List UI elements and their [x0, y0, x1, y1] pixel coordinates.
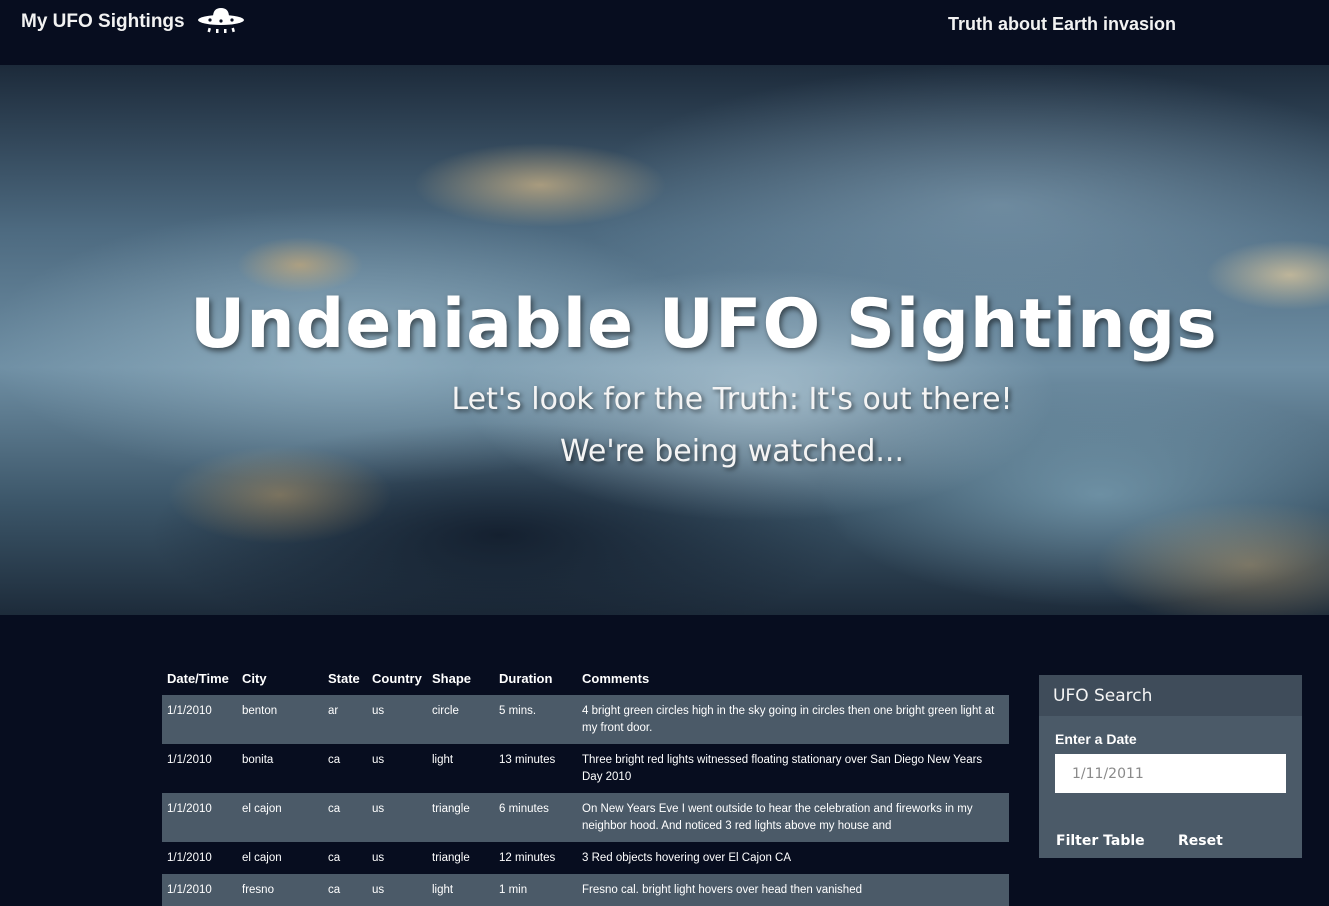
hero-subtitle: Let's look for the Truth: It's out there… — [451, 382, 1013, 417]
cell-datetime: 1/1/2010 — [162, 695, 237, 744]
date-input[interactable] — [1055, 754, 1286, 793]
cell-shape: light — [427, 744, 494, 793]
hero-tagline: We're being watched... — [559, 434, 904, 469]
header-duration: Duration — [499, 671, 553, 686]
cell-state: ca — [323, 874, 367, 906]
table-row: 1/1/2010 bonita ca us light 13 minutes T… — [162, 744, 1009, 793]
cell-country: us — [367, 695, 427, 744]
cell-state: ar — [323, 695, 367, 744]
navbar: My UFO Sightings Truth about Earth invas… — [0, 0, 1329, 65]
cell-shape: light — [427, 874, 494, 906]
cell-comments: 4 bright green circles high in the sky g… — [577, 695, 1009, 744]
sightings-table: Date/Time City State Country Shape Durat… — [162, 665, 1009, 906]
cell-duration: 13 minutes — [494, 744, 577, 793]
filter-table-button[interactable]: Filter Table — [1056, 833, 1145, 849]
table-header-row: Date/Time City State Country Shape Durat… — [162, 665, 1009, 695]
cell-duration: 1 min — [494, 874, 577, 906]
header-city: City — [242, 671, 267, 686]
hero-title: Undeniable UFO Sightings — [190, 285, 1218, 364]
header-state: State — [328, 671, 360, 686]
cell-comments: Fresno cal. bright light hovers over hea… — [577, 874, 1009, 906]
cell-datetime: 1/1/2010 — [162, 793, 237, 842]
cell-shape: triangle — [427, 793, 494, 842]
hero-banner: Undeniable UFO Sightings Let's look for … — [0, 65, 1329, 615]
cell-comments: Three bright red lights witnessed floati… — [577, 744, 1009, 793]
table-row: 1/1/2010 el cajon ca us triangle 12 minu… — [162, 842, 1009, 874]
cell-duration: 6 minutes — [494, 793, 577, 842]
cell-city: bonita — [237, 744, 323, 793]
cell-shape: circle — [427, 695, 494, 744]
header-country: Country — [372, 671, 422, 686]
cell-state: ca — [323, 744, 367, 793]
cell-city: fresno — [237, 874, 323, 906]
cell-country: us — [367, 744, 427, 793]
sightings-table-wrap: Date/Time City State Country Shape Durat… — [162, 665, 1009, 906]
ufo-search-panel: UFO Search Enter a Date Filter Table Res… — [1039, 675, 1302, 858]
header-shape: Shape — [432, 671, 472, 686]
table-row: 1/1/2010 benton ar us circle 5 mins. 4 b… — [162, 695, 1009, 744]
cell-city: el cajon — [237, 793, 323, 842]
cell-comments: On New Years Eve I went outside to hear … — [577, 793, 1009, 842]
header-datetime: Date/Time — [167, 671, 229, 686]
cell-state: ca — [323, 842, 367, 874]
cell-country: us — [367, 793, 427, 842]
brand-link[interactable]: My UFO Sightings — [21, 10, 185, 34]
cell-datetime: 1/1/2010 — [162, 874, 237, 906]
hero-tagline-wrap: We're being watched... — [0, 434, 1329, 469]
cell-city: el cajon — [237, 842, 323, 874]
table-row: 1/1/2010 fresno ca us light 1 min Fresno… — [162, 874, 1009, 906]
cell-comments: 3 Red objects hovering over El Cajon CA — [577, 842, 1009, 874]
cell-datetime: 1/1/2010 — [162, 744, 237, 793]
cell-duration: 5 mins. — [494, 695, 577, 744]
search-panel-title: UFO Search — [1053, 686, 1153, 706]
cell-city: benton — [237, 695, 323, 744]
cell-country: us — [367, 874, 427, 906]
cell-shape: triangle — [427, 842, 494, 874]
date-label: Enter a Date — [1055, 731, 1137, 747]
header-comments: Comments — [582, 671, 650, 686]
hero-subtitle-wrap: Let's look for the Truth: It's out there… — [0, 382, 1329, 417]
cell-duration: 12 minutes — [494, 842, 577, 874]
cell-state: ca — [323, 793, 367, 842]
cell-datetime: 1/1/2010 — [162, 842, 237, 874]
reset-button[interactable]: Reset — [1178, 833, 1223, 849]
cell-country: us — [367, 842, 427, 874]
ufo-icon[interactable] — [196, 4, 246, 36]
search-panel-header: UFO Search — [1039, 675, 1302, 716]
nav-link-truth[interactable]: Truth about Earth invasion — [948, 12, 1176, 36]
table-row: 1/1/2010 el cajon ca us triangle 6 minut… — [162, 793, 1009, 842]
